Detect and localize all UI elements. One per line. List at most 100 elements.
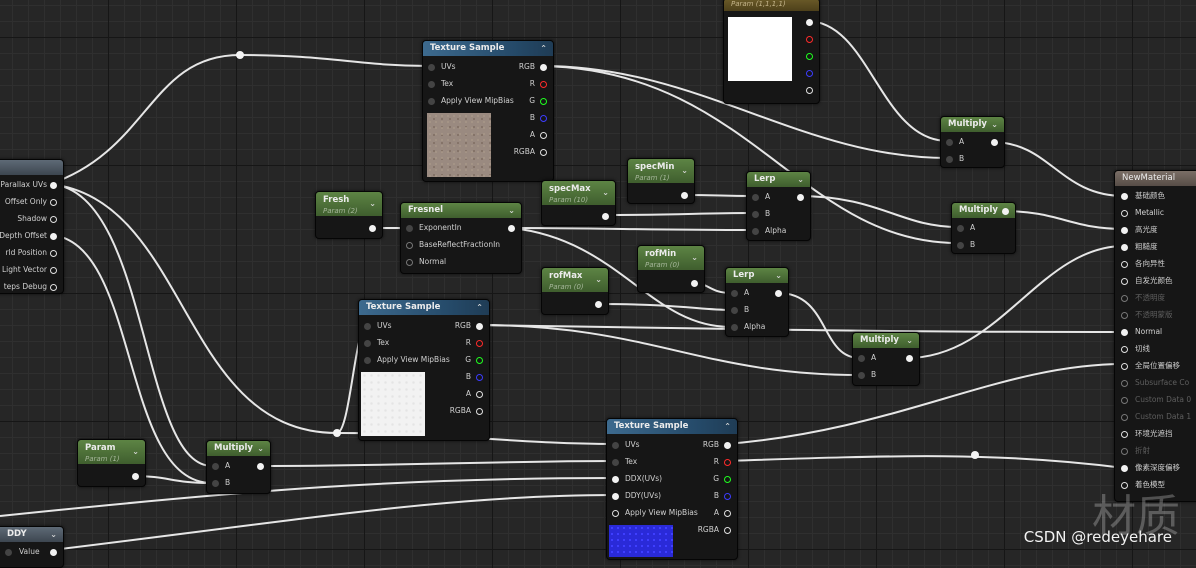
input-pin[interactable] — [5, 549, 12, 556]
parallax-node[interactable]: Parallax UVs Offset Only Shadow Depth Of… — [0, 159, 64, 294]
input-pin[interactable] — [1121, 380, 1128, 387]
multiply-node[interactable]: Multiply⌄ A B — [852, 332, 920, 386]
output-pin[interactable] — [906, 355, 913, 362]
output-pin[interactable] — [50, 284, 57, 291]
input-pin[interactable] — [1121, 193, 1128, 200]
collapse-chevron-icon[interactable]: ⌄ — [991, 117, 998, 132]
input-pin[interactable] — [364, 340, 371, 347]
output-pin[interactable] — [540, 81, 547, 88]
output-pin[interactable] — [476, 357, 483, 364]
input-pin[interactable] — [957, 242, 964, 249]
output-pin[interactable] — [50, 250, 57, 257]
output-pin[interactable] — [132, 473, 139, 480]
output-pin[interactable] — [602, 213, 609, 220]
node-header[interactable]: Multiply ⌄ — [207, 441, 270, 456]
node-header[interactable]: specMax Param (10) ⌄ — [542, 181, 615, 205]
node-header[interactable]: Multiply ⌄ — [941, 117, 1004, 132]
input-pin[interactable] — [612, 493, 619, 500]
output-pin[interactable] — [806, 36, 813, 43]
input-pin[interactable] — [406, 259, 413, 266]
node-header[interactable]: Param (1,1,1,1) — [724, 0, 819, 11]
input-pin[interactable] — [752, 211, 759, 218]
input-pin[interactable] — [957, 225, 964, 232]
collapse-chevron-icon[interactable]: ⌄ — [602, 187, 609, 199]
output-pin[interactable] — [806, 87, 813, 94]
input-pin[interactable] — [612, 510, 619, 517]
lerp-node[interactable]: Lerp ⌄ A B Alpha — [725, 267, 789, 337]
output-pin[interactable] — [476, 323, 483, 330]
output-pin[interactable] — [775, 290, 782, 297]
input-pin[interactable] — [946, 139, 953, 146]
input-pin[interactable] — [428, 81, 435, 88]
input-pin[interactable] — [858, 355, 865, 362]
collapse-chevron-icon[interactable]: ⌄ — [132, 446, 139, 458]
input-pin[interactable] — [364, 357, 371, 364]
node-header[interactable]: Lerp ⌄ — [747, 172, 810, 187]
input-pin[interactable] — [858, 372, 865, 379]
input-pin[interactable] — [731, 324, 738, 331]
output-pin[interactable] — [540, 64, 547, 71]
input-pin[interactable] — [1121, 431, 1128, 438]
input-pin[interactable] — [612, 459, 619, 466]
output-pin[interactable] — [50, 549, 57, 556]
node-header[interactable] — [0, 160, 63, 175]
scalar-param-node[interactable]: specMax Param (10) ⌄ — [541, 180, 616, 226]
input-pin[interactable] — [752, 228, 759, 235]
scalar-param-node[interactable]: Param Param (1) ⌄ — [77, 439, 146, 487]
output-pin[interactable] — [476, 391, 483, 398]
output-pin[interactable] — [691, 280, 698, 287]
collapse-chevron-icon[interactable]: ⌄ — [595, 274, 602, 286]
collapse-chevron-icon[interactable]: ⌃ — [724, 419, 731, 434]
input-pin[interactable] — [1121, 295, 1128, 302]
node-header[interactable]: NewMaterial — [1115, 171, 1196, 186]
output-pin[interactable] — [595, 301, 602, 308]
texture-sample-node[interactable]: Texture Sample ⌃ UVs Tex Apply View MipBi… — [422, 40, 554, 182]
collapse-chevron-icon[interactable]: ⌄ — [508, 203, 515, 218]
input-pin[interactable] — [731, 290, 738, 297]
scalar-param-node[interactable]: specMin Param (1) ⌄ — [627, 158, 695, 204]
output-pin[interactable] — [540, 132, 547, 139]
output-pin[interactable] — [50, 216, 57, 223]
input-pin[interactable] — [406, 225, 413, 232]
output-pin[interactable] — [257, 463, 264, 470]
input-pin[interactable] — [1121, 210, 1128, 217]
scalar-param-node[interactable]: rofMax Param (0) ⌄ — [541, 267, 609, 315]
vector-param-node[interactable]: Param (1,1,1,1) — [723, 0, 820, 104]
input-pin[interactable] — [1121, 261, 1128, 268]
multiply-node[interactable]: Multiply⌄ A B — [206, 440, 271, 494]
input-pin[interactable] — [428, 98, 435, 105]
collapse-chevron-icon[interactable]: ⌄ — [50, 527, 57, 542]
node-header[interactable]: rofMax Param (0) ⌄ — [542, 268, 608, 292]
node-header[interactable]: Param Param (1) ⌄ — [78, 440, 145, 464]
output-pin[interactable] — [476, 374, 483, 381]
output-pin[interactable] — [540, 115, 547, 122]
node-header[interactable]: Texture Sample ⌃ — [607, 419, 737, 434]
multiply-node[interactable]: Multiply⌄ A B — [951, 202, 1016, 254]
lerp-node[interactable]: Lerp ⌄ A B Alpha — [746, 171, 811, 241]
output-pin[interactable] — [540, 98, 547, 105]
input-pin[interactable] — [428, 64, 435, 71]
output-pin[interactable] — [724, 476, 731, 483]
output-pin[interactable] — [50, 182, 57, 189]
fresnel-node[interactable]: Fresnel ⌄ ExponentIn BaseReflectFractionI… — [400, 202, 522, 274]
collapse-chevron-icon[interactable]: ⌃ — [540, 41, 547, 56]
output-pin[interactable] — [724, 459, 731, 466]
input-pin[interactable] — [1121, 244, 1128, 251]
output-pin[interactable] — [50, 199, 57, 206]
input-pin[interactable] — [1121, 227, 1128, 234]
input-pin[interactable] — [946, 156, 953, 163]
collapse-chevron-icon[interactable]: ⌄ — [906, 333, 913, 348]
node-header[interactable]: Fresnel ⌄ — [401, 203, 521, 218]
input-pin[interactable] — [1121, 329, 1128, 336]
node-header[interactable]: Lerp ⌄ — [726, 268, 788, 283]
material-output-node[interactable]: NewMaterial 基础颜色 Metallic 高光度 粗糙度 各向异性 自… — [1114, 170, 1196, 502]
collapse-chevron-icon[interactable]: ⌄ — [257, 441, 264, 456]
output-pin[interactable] — [50, 267, 57, 274]
multiply-node[interactable]: Multiply⌄ A B — [940, 116, 1005, 168]
output-pin[interactable] — [476, 340, 483, 347]
collapse-chevron-icon[interactable]: ⌄ — [681, 165, 688, 177]
node-header[interactable]: Texture Sample ⌃ — [359, 300, 489, 315]
output-pin[interactable] — [724, 527, 731, 534]
output-pin[interactable] — [681, 192, 688, 199]
input-pin[interactable] — [612, 442, 619, 449]
